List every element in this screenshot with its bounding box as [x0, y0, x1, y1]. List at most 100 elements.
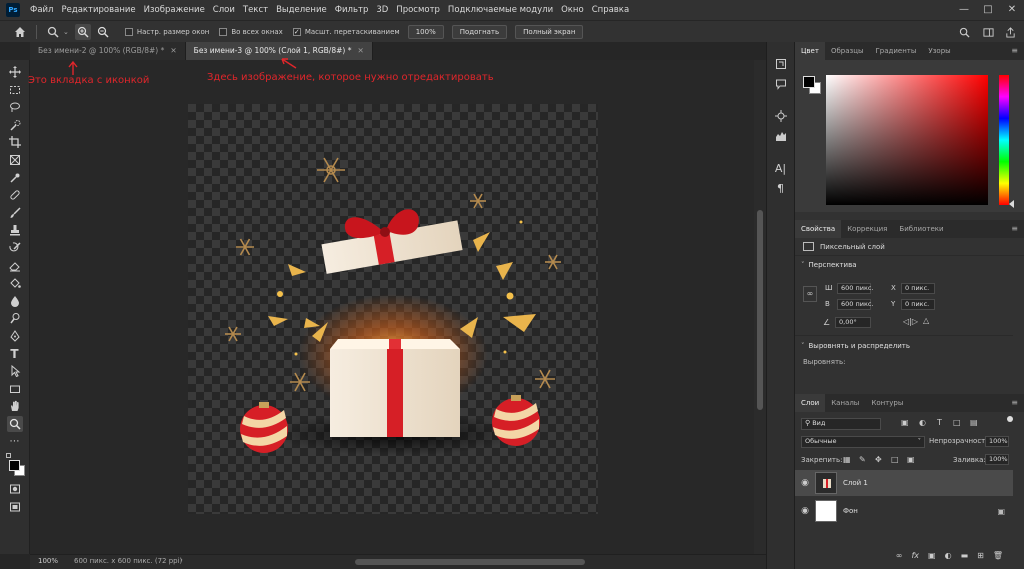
tab-patterns[interactable]: Узоры	[922, 42, 956, 60]
close-icon[interactable]: ✕	[1000, 0, 1024, 20]
history-brush-tool-icon[interactable]	[7, 240, 23, 256]
color-field[interactable]	[826, 75, 988, 205]
marquee-tool-icon[interactable]	[7, 82, 23, 98]
filter-pixel-icon[interactable]: ▣	[901, 418, 909, 427]
layer-name[interactable]: Слой 1	[843, 479, 868, 487]
status-zoom[interactable]: 100%	[38, 557, 58, 565]
menu-layers[interactable]: Слои	[209, 5, 239, 15]
quick-mask-icon[interactable]	[7, 481, 23, 497]
lock-position-icon[interactable]: ✥	[875, 455, 882, 464]
pen-tool-icon[interactable]	[7, 328, 23, 344]
resize-windows-checkbox[interactable]: Настр. размер окон	[124, 27, 209, 36]
eyedropper-tool-icon[interactable]	[7, 170, 23, 186]
menu-filter[interactable]: Фильтр	[331, 5, 373, 15]
quick-selection-tool-icon[interactable]	[7, 117, 23, 133]
chevron-right-icon[interactable]: ›	[180, 556, 183, 564]
tab-layers[interactable]: Слои	[795, 394, 826, 412]
menu-window[interactable]: Окно	[557, 5, 588, 15]
width-field[interactable]: 600 пикс.	[837, 283, 874, 294]
all-windows-checkbox[interactable]: Во всех окнах	[219, 27, 283, 36]
fill-field[interactable]: 100%	[985, 454, 1009, 465]
color-swatches[interactable]	[5, 453, 25, 477]
zoom-value-field[interactable]: 100%	[407, 24, 444, 39]
foreground-color-swatch[interactable]	[8, 460, 20, 472]
close-tab-icon[interactable]: ✕	[357, 46, 363, 55]
visibility-eye-icon[interactable]: ◉	[795, 478, 815, 488]
tab-color[interactable]: Цвет	[795, 42, 825, 60]
menu-image[interactable]: Изображение	[140, 5, 209, 15]
new-group-icon[interactable]: ▬	[961, 551, 969, 560]
tab-properties[interactable]: Свойства	[795, 220, 842, 238]
hue-slider[interactable]	[999, 75, 1009, 205]
menu-select[interactable]: Выделение	[272, 5, 331, 15]
chevron-down-icon[interactable]: ˅	[801, 342, 805, 350]
layer-name[interactable]: Фон	[843, 507, 858, 515]
healing-brush-tool-icon[interactable]	[7, 187, 23, 203]
histogram-panel-icon[interactable]	[773, 128, 789, 144]
maximize-icon[interactable]: □	[976, 0, 1000, 20]
link-dimensions-icon[interactable]: ∞	[803, 286, 817, 302]
document-canvas[interactable]	[188, 104, 598, 514]
add-mask-icon[interactable]: ▣	[928, 551, 936, 560]
height-field[interactable]: 600 пикс.	[837, 299, 874, 310]
visibility-eye-icon[interactable]: ◉	[795, 506, 815, 516]
home-icon[interactable]	[12, 24, 28, 40]
paragraph-panel-icon[interactable]: ¶	[773, 180, 789, 196]
move-tool-icon[interactable]	[7, 64, 23, 80]
align-section-title[interactable]: Выровнять и распределить	[809, 342, 910, 350]
filter-toggle-icon[interactable]	[1007, 416, 1013, 422]
search-icon[interactable]	[956, 24, 972, 40]
type-tool-icon[interactable]: T	[7, 346, 23, 362]
tab-adjustments[interactable]: Коррекция	[841, 220, 893, 238]
layer-style-icon[interactable]: fx	[911, 551, 919, 560]
layer-row-layer1[interactable]: ◉ Слой 1	[795, 470, 1013, 496]
tab-channels[interactable]: Каналы	[825, 394, 865, 412]
menu-edit[interactable]: Редактирование	[57, 5, 139, 15]
chevron-down-icon[interactable]: ⌄	[63, 28, 69, 36]
hand-tool-icon[interactable]	[7, 398, 23, 414]
filter-adjustment-icon[interactable]: ◐	[919, 418, 926, 427]
frame-tool-icon[interactable]	[7, 152, 23, 168]
share-icon[interactable]	[1002, 24, 1018, 40]
adjustments-panel-icon[interactable]	[773, 108, 789, 124]
scrubby-zoom-checkbox[interactable]: ✓ Масшт. перетаскиванием	[292, 27, 400, 36]
lock-icon[interactable]: ▣	[997, 507, 1005, 516]
panel-menu-icon[interactable]: ≡	[1011, 220, 1024, 238]
tab-swatches[interactable]: Образцы	[825, 42, 870, 60]
vertical-scrollbar[interactable]	[754, 60, 766, 554]
screen-mode-icon[interactable]	[7, 499, 23, 515]
transform-section-title[interactable]: Перспектива	[809, 261, 857, 269]
panel-menu-icon[interactable]: ≡	[1011, 42, 1024, 60]
horizontal-scroll-thumb[interactable]	[355, 559, 585, 565]
tab-gradients[interactable]: Градиенты	[870, 42, 923, 60]
zoom-tool-preset-icon[interactable]	[45, 24, 61, 40]
menu-type[interactable]: Текст	[239, 5, 272, 15]
menu-file[interactable]: Файл	[26, 5, 57, 15]
layer-filter-select[interactable]: ⚲ Вид	[801, 418, 881, 430]
canvas-workspace[interactable]	[30, 60, 754, 554]
more-tools-icon[interactable]: ⋯	[7, 433, 23, 449]
fullscreen-button[interactable]: Полный экран	[515, 24, 584, 39]
minimize-icon[interactable]: —	[952, 0, 976, 20]
fg-color-chip[interactable]	[803, 76, 815, 88]
character-panel-icon[interactable]: A|	[773, 160, 789, 176]
crop-tool-icon[interactable]	[7, 134, 23, 150]
tab-libraries[interactable]: Библиотеки	[893, 220, 949, 238]
flip-vertical-icon[interactable]: △	[923, 316, 929, 325]
opacity-field[interactable]: 100%	[985, 436, 1009, 447]
tab-paths[interactable]: Контуры	[865, 394, 909, 412]
comments-panel-icon[interactable]	[773, 76, 789, 92]
angle-field[interactable]: 0,00°	[835, 317, 871, 328]
zoom-tool-icon[interactable]	[6, 415, 23, 432]
zoom-in-icon[interactable]	[74, 23, 91, 40]
y-field[interactable]: 0 пикс.	[901, 299, 935, 310]
brush-tool-icon[interactable]	[7, 205, 23, 221]
swap-colors-icon[interactable]	[5, 453, 11, 459]
lock-pixels-icon[interactable]: ✎	[859, 455, 866, 464]
vertical-scroll-thumb[interactable]	[757, 210, 763, 410]
hue-slider-marker-icon[interactable]	[1009, 200, 1014, 208]
dodge-tool-icon[interactable]	[7, 310, 23, 326]
new-layer-icon[interactable]: ⊞	[977, 551, 984, 560]
zoom-out-icon[interactable]	[95, 24, 111, 40]
eraser-tool-icon[interactable]	[7, 258, 23, 274]
